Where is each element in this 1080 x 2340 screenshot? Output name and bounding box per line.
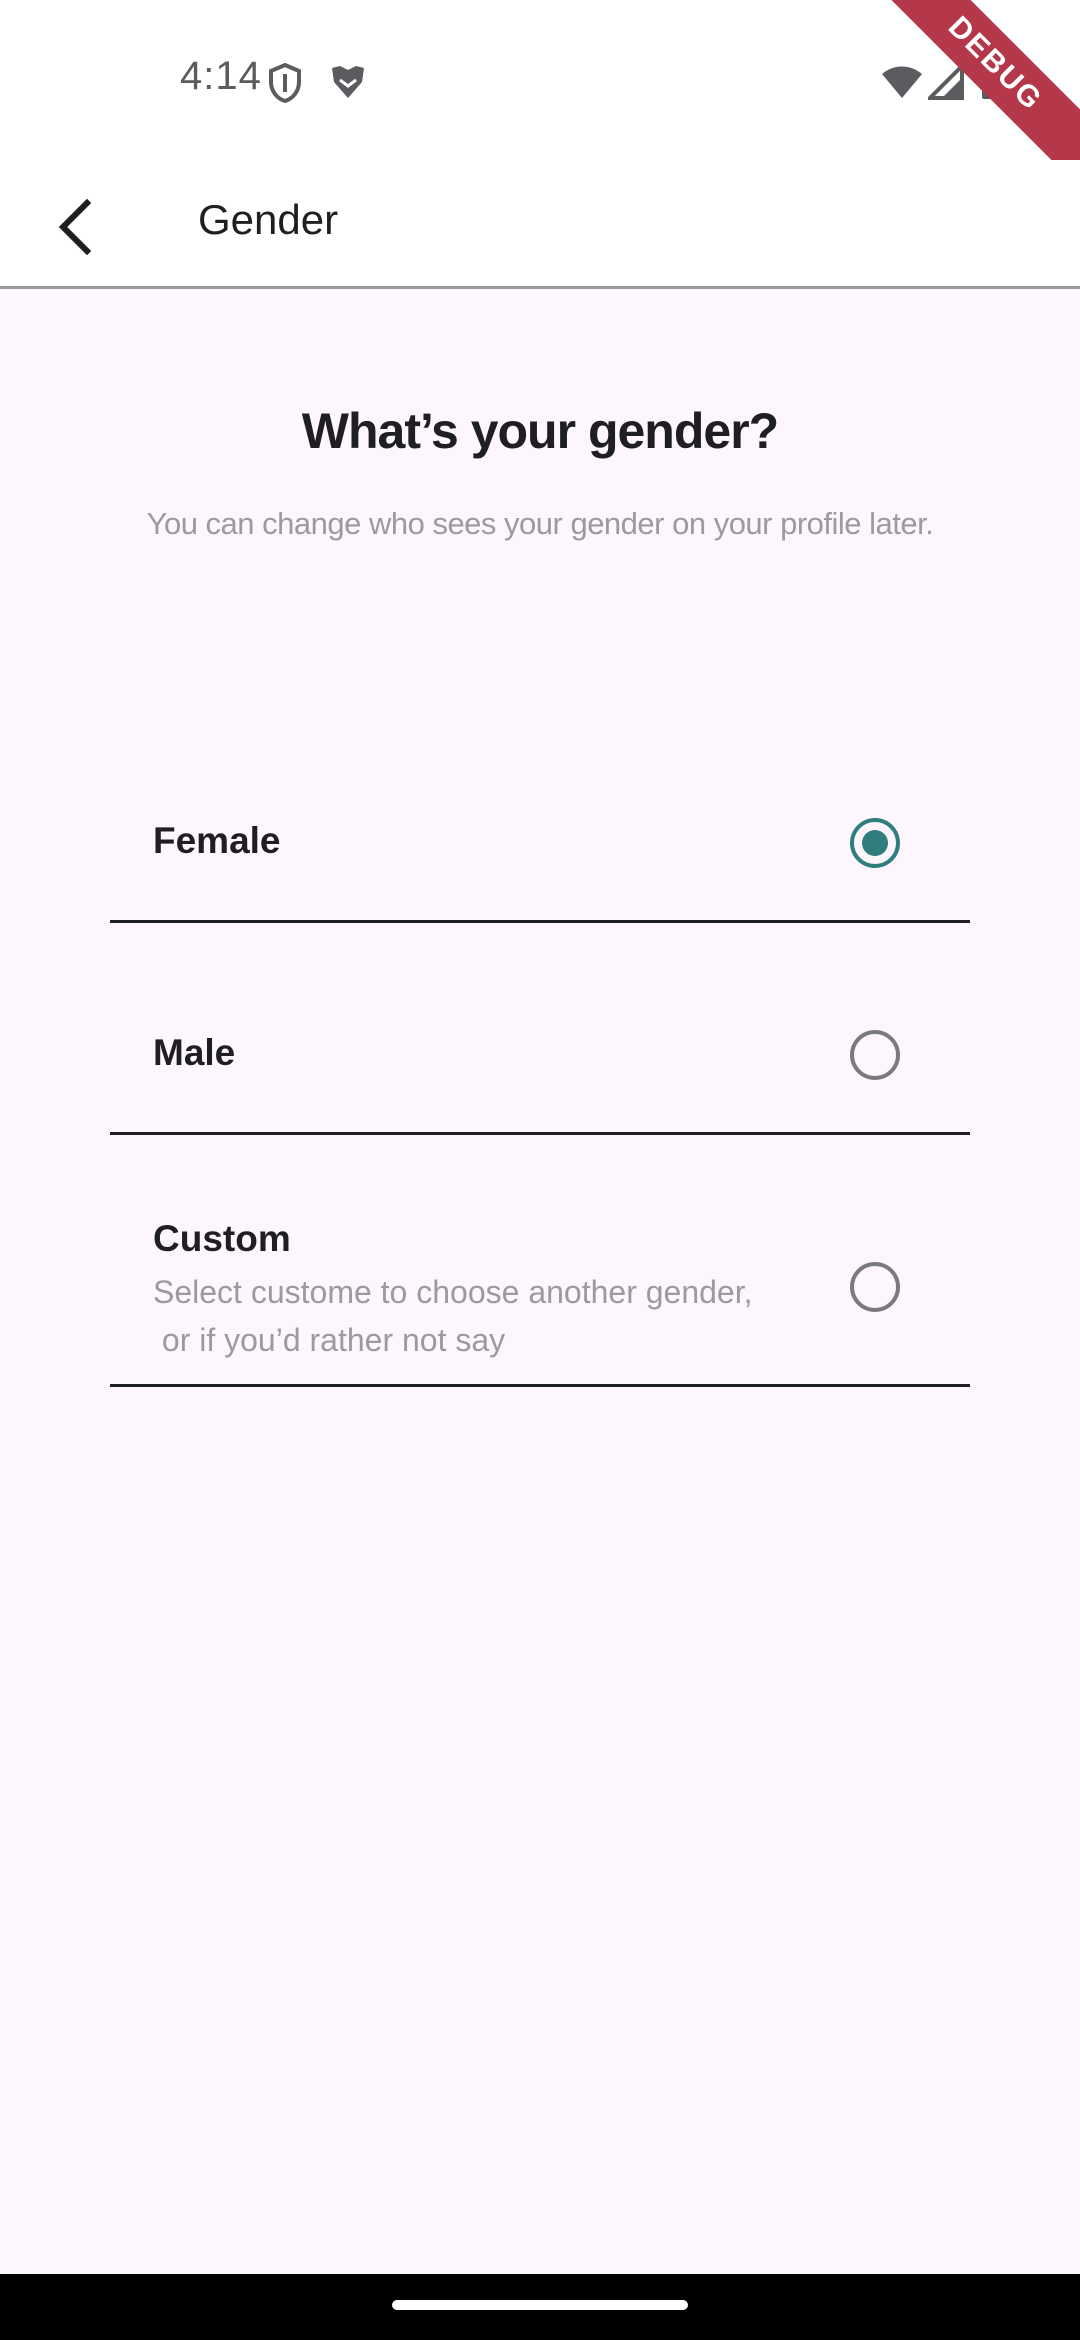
brave-lion-icon [328,64,368,107]
status-time: 4:14 [180,54,262,98]
option-description: Select custome to choose another gender,… [153,1274,753,1358]
shield-icon [268,62,302,109]
option-label: Female [153,820,281,861]
cell-signal-icon [925,61,964,105]
back-button[interactable] [30,182,120,272]
question-subheading: You can change who sees your gender on y… [146,506,934,541]
option-label: Custom [153,1218,291,1259]
system-nav-bar [0,2274,1080,2340]
wifi-icon [880,64,924,105]
home-indicator[interactable] [392,2300,688,2310]
option-custom[interactable]: Custom Select custome to choose another … [110,1204,970,1387]
option-male[interactable]: Male [110,992,970,1135]
status-bar: 4:14 DEBUG [0,0,1080,201]
option-label: Male [153,1032,236,1073]
page-title: Gender [198,196,339,243]
back-arrow-icon [58,199,92,255]
app-bar: Gender [0,160,1080,289]
radio-female[interactable] [850,818,900,868]
question-heading: What’s your gender? [301,403,779,459]
radio-male[interactable] [850,1030,900,1080]
radio-custom[interactable] [850,1262,900,1312]
option-female[interactable]: Female [110,780,970,923]
